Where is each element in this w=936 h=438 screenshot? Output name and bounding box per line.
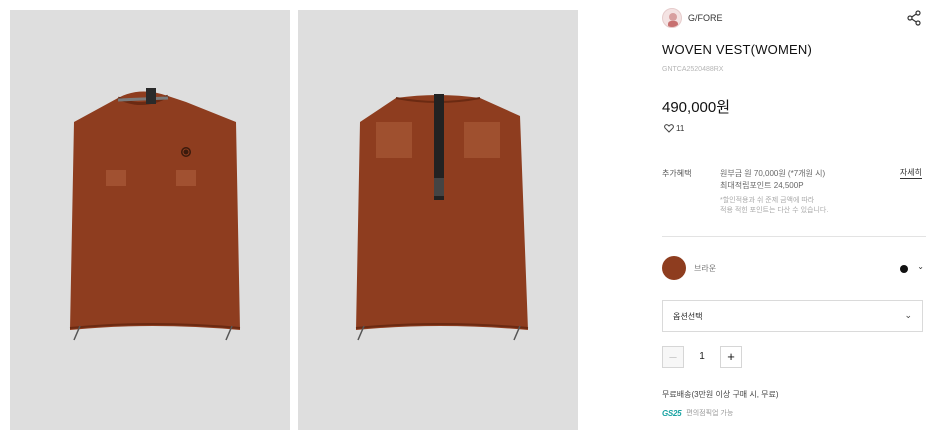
benefit-details: 원부금 원 70,000원 (*7개원 시) 최대적립포인트 24,500P *…	[720, 168, 890, 216]
chevron-down-icon[interactable]: ⌄	[917, 262, 924, 271]
quantity-stepper[interactable]: – 1 +	[662, 346, 752, 368]
product-title: WOVEN VEST(WOMEN)	[662, 42, 813, 57]
benefit-note-line-2: 적용 적힌 포인트는 다산 수 있습니다.	[720, 207, 829, 214]
quantity-value[interactable]: 1	[684, 351, 720, 362]
heart-icon	[664, 124, 674, 133]
quantity-decrease-button[interactable]: –	[662, 346, 684, 368]
convenience-store-pickup: GS25 편의점픽업 가능	[662, 407, 733, 419]
like-count: 11	[676, 124, 685, 133]
vest-front-illustration	[69, 88, 241, 341]
brand-name[interactable]: G/FORE	[688, 13, 723, 23]
product-image-front[interactable]	[10, 10, 290, 430]
shipping-info: 무료배송(3만원 이상 구매 시, 무료)	[662, 390, 779, 399]
option-select[interactable]: 옵션선택 ⌄	[662, 300, 923, 332]
color-name: 브라운	[694, 264, 717, 273]
product-price: 490,000원	[662, 99, 731, 116]
chevron-down-icon: ⌄	[904, 310, 912, 320]
product-info-panel: G/FORE WOVEN VEST(WOMEN) GNTCA2520488RX …	[662, 0, 926, 438]
product-code: GNTCA2520488RX	[662, 66, 724, 73]
product-image-back[interactable]	[298, 10, 578, 430]
like-button[interactable]: 11	[664, 124, 684, 133]
pickup-text: 편의점픽업 가능	[686, 410, 734, 417]
benefit-note: *할인적용과 쉬 준제 금액에 따라 적용 적힌 포인트는 다산 수 있습니다.	[720, 196, 890, 216]
benefit-line-discount: 원부금 원 70,000원 (*7개원 시)	[720, 169, 826, 178]
brand-logo-icon[interactable]	[662, 8, 682, 28]
benefit-line-points: 최대적립포인트 24,500P	[720, 181, 804, 190]
benefit-note-line-1: *할인적용과 쉬 준제 금액에 따라	[720, 197, 815, 204]
vest-back-illustration	[355, 94, 529, 341]
color-indicator-dot	[900, 265, 908, 273]
divider	[662, 236, 926, 237]
brand-row: G/FORE	[662, 8, 926, 30]
color-swatch-brown[interactable]	[662, 256, 686, 280]
share-icon[interactable]	[906, 10, 922, 26]
gs25-logo: GS25	[662, 408, 682, 418]
quantity-increase-button[interactable]: +	[720, 346, 742, 368]
color-selector[interactable]: 브라운 ⌄	[662, 256, 926, 282]
option-select-label: 옵션선택	[673, 312, 703, 321]
benefit-detail-link[interactable]: 자세히	[899, 168, 922, 179]
benefit-label: 추가혜택	[662, 169, 692, 178]
